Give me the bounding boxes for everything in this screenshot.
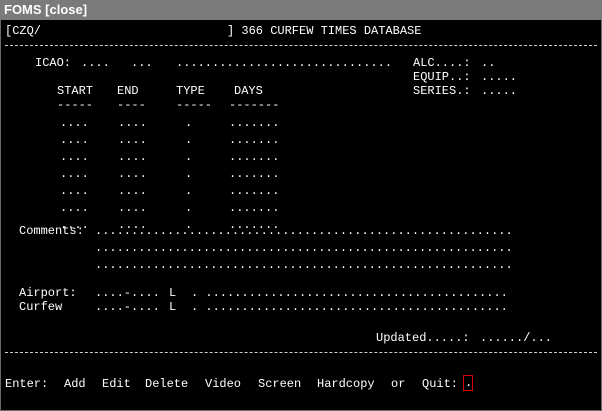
col-sep-days: -------: [229, 98, 280, 112]
icao-code2-field[interactable]: ...: [131, 56, 153, 70]
header-divider: [5, 45, 597, 46]
row-type-field[interactable]: .: [185, 133, 192, 147]
window-title: FOMS [close]: [4, 2, 88, 17]
row-days-field[interactable]: .......: [229, 167, 279, 181]
col-header-start: START: [57, 84, 94, 98]
add-command[interactable]: Add: [64, 377, 86, 391]
command-prompt: Enter:: [5, 377, 49, 391]
col-header-end: END: [117, 84, 139, 98]
comments-line-field[interactable]: ........................................…: [95, 224, 513, 238]
curfew-text-field[interactable]: . ......................................…: [191, 300, 508, 314]
col-sep-type: -----: [176, 98, 213, 112]
alc-label: ALC....:: [413, 56, 471, 70]
row-days-field[interactable]: .......: [229, 201, 279, 215]
row-type-field[interactable]: .: [185, 167, 192, 181]
row-days-field[interactable]: .......: [229, 150, 279, 164]
row-type-field[interactable]: .: [185, 116, 192, 130]
row-start-field[interactable]: ....: [60, 150, 89, 164]
or-text: or: [391, 377, 406, 391]
row-type-field[interactable]: .: [185, 201, 192, 215]
equip-label: EQUIP..:: [413, 70, 471, 84]
window-title-bar[interactable]: FOMS [close]: [0, 0, 602, 20]
row-end-field[interactable]: ....: [118, 201, 147, 215]
series-label: SERIES.:: [413, 84, 471, 98]
terminal-screen: [CZQ/ ] 366 CURFEW TIMES DATABASE ICAO: …: [0, 20, 602, 411]
row-days-field[interactable]: .......: [229, 116, 279, 130]
command-input-value: .: [465, 376, 473, 390]
row-days-field[interactable]: .......: [229, 133, 279, 147]
airport-text-field[interactable]: . ......................................…: [191, 286, 508, 300]
updated-label: Updated.....:: [376, 331, 470, 345]
curfew-range-field[interactable]: ....-....: [95, 300, 160, 314]
icao-name-field[interactable]: ..............................: [176, 56, 392, 70]
screen-title: ] 366 CURFEW TIMES DATABASE: [227, 24, 422, 38]
row-type-field[interactable]: .: [185, 150, 192, 164]
row-end-field[interactable]: ....: [118, 133, 147, 147]
row-end-field[interactable]: ....: [118, 167, 147, 181]
delete-command[interactable]: Delete: [145, 377, 188, 391]
row-end-field[interactable]: ....: [118, 116, 147, 130]
row-end-field[interactable]: ....: [118, 184, 147, 198]
header-prefix-field[interactable]: [CZQ/: [5, 24, 41, 38]
airport-label: Airport:: [19, 286, 77, 300]
row-end-field[interactable]: ....: [118, 150, 147, 164]
row-start-field[interactable]: ....: [60, 201, 89, 215]
airport-range-field[interactable]: ....-....: [95, 286, 160, 300]
airport-flag-field[interactable]: L: [169, 286, 176, 300]
col-header-days: DAYS: [234, 84, 263, 98]
icao-field[interactable]: ....: [81, 56, 110, 70]
row-start-field[interactable]: ....: [60, 116, 89, 130]
row-type-field[interactable]: .: [185, 184, 192, 198]
comments-line-field[interactable]: ........................................…: [95, 258, 513, 272]
command-input-box[interactable]: .: [463, 375, 473, 391]
row-start-field[interactable]: ....: [60, 167, 89, 181]
updated-value: ....../...: [480, 331, 553, 345]
equip-field[interactable]: .....: [481, 70, 517, 84]
row-start-field[interactable]: ....: [60, 133, 89, 147]
series-field[interactable]: .....: [481, 84, 517, 98]
video-command[interactable]: Video: [205, 377, 241, 391]
row-days-field[interactable]: .......: [229, 184, 279, 198]
alc-field[interactable]: ..: [481, 56, 495, 70]
screen-command[interactable]: Screen: [258, 377, 301, 391]
curfew-label: Curfew: [19, 300, 63, 314]
comments-line-field[interactable]: ........................................…: [95, 241, 513, 255]
col-sep-start: -----: [57, 98, 94, 112]
col-sep-end: ----: [117, 98, 146, 112]
comments-label: Comments:: [19, 224, 84, 238]
curfew-flag-field[interactable]: L: [169, 300, 176, 314]
footer-divider: [5, 352, 597, 353]
edit-command[interactable]: Edit: [102, 377, 131, 391]
icao-label: ICAO:: [35, 56, 72, 70]
col-header-type: TYPE: [176, 84, 205, 98]
row-start-field[interactable]: ....: [60, 184, 89, 198]
quit-command[interactable]: Quit:: [422, 377, 458, 391]
hardcopy-command[interactable]: Hardcopy: [317, 377, 375, 391]
